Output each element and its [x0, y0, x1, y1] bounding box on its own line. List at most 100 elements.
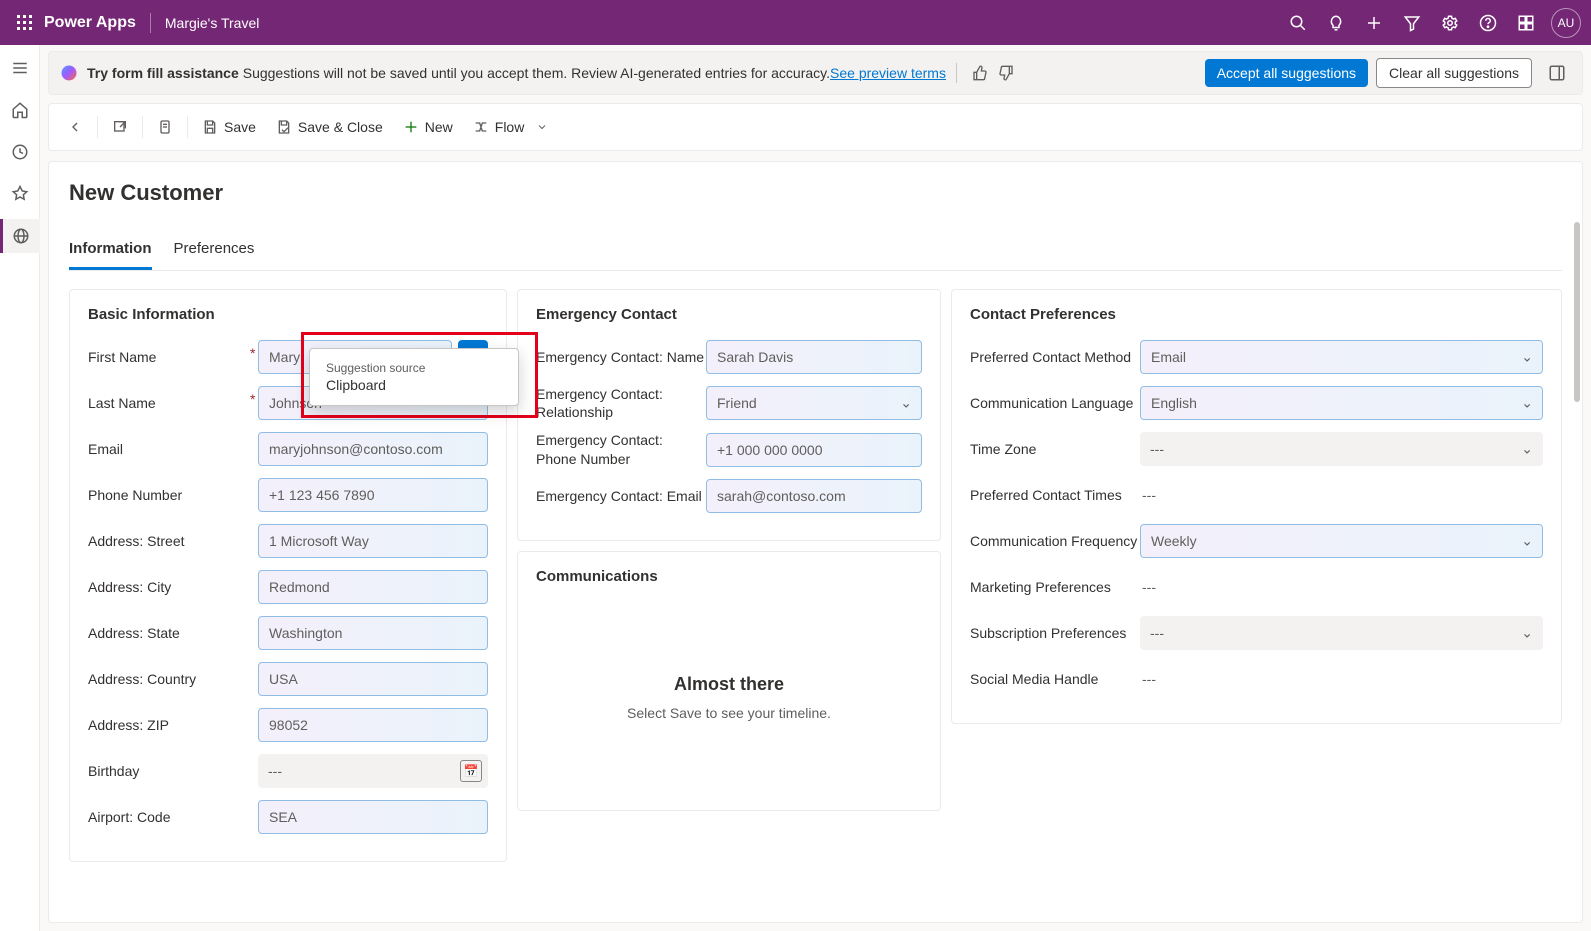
scrollbar[interactable] [1574, 222, 1580, 402]
label-ec-email: Emergency Contact: Email [536, 487, 706, 505]
pinned-icon[interactable] [0, 177, 40, 211]
form-page: New Customer Information Preferences Bas… [48, 161, 1583, 923]
app-launcher-icon[interactable] [1507, 0, 1545, 45]
label-zip: Address: ZIP [88, 717, 258, 733]
brand-label[interactable]: Power Apps [44, 14, 136, 32]
label-marketing: Marketing Preferences [970, 579, 1140, 595]
gear-icon[interactable] [1431, 0, 1469, 45]
globe-icon[interactable] [0, 219, 40, 253]
preview-terms-link[interactable]: See preview terms [830, 65, 946, 81]
clear-all-button[interactable]: Clear all suggestions [1376, 58, 1532, 88]
thumbs-up-icon[interactable] [967, 60, 993, 86]
label-ec-rel: Emergency Contact: Relationship [536, 385, 706, 421]
airport-input[interactable] [258, 800, 488, 834]
section-title-prefs: Contact Preferences [970, 306, 1543, 323]
divider [150, 13, 151, 33]
label-last-name: Last Name [88, 395, 258, 411]
section-title-comms: Communications [536, 568, 922, 585]
city-input[interactable] [258, 570, 488, 604]
label-country: Address: Country [88, 671, 258, 687]
label-birthday: Birthday [88, 763, 258, 779]
copilot-panel-icon[interactable] [1542, 64, 1572, 82]
street-input[interactable] [258, 524, 488, 558]
label-street: Address: Street [88, 533, 258, 549]
assign-button[interactable] [147, 113, 183, 141]
ec-rel-select[interactable] [706, 386, 922, 420]
tab-preferences[interactable]: Preferences [174, 234, 255, 270]
required-marker: * [250, 345, 255, 361]
label-tz: Time Zone [970, 441, 1140, 457]
help-icon[interactable] [1469, 0, 1507, 45]
label-phone: Phone Number [88, 487, 258, 503]
ec-name-input[interactable] [706, 340, 922, 374]
home-icon[interactable] [0, 93, 40, 127]
email-input[interactable] [258, 432, 488, 466]
label-email: Email [88, 441, 258, 457]
label-freq: Communication Frequency [970, 533, 1140, 549]
form-fill-banner: Try form fill assistance Suggestions wil… [48, 51, 1583, 95]
ec-phone-input[interactable] [706, 433, 922, 467]
back-button[interactable] [57, 113, 93, 141]
state-input[interactable] [258, 616, 488, 650]
new-button[interactable]: New [393, 113, 463, 141]
lang-select[interactable] [1140, 386, 1543, 420]
app-name[interactable]: Margie's Travel [165, 15, 259, 31]
user-avatar[interactable]: AU [1551, 8, 1581, 38]
section-contact-prefs: Contact Preferences Preferred Contact Me… [951, 289, 1562, 724]
suggestion-source-tooltip: Suggestion source Clipboard [309, 348, 519, 406]
save-button[interactable]: Save [192, 113, 266, 141]
form-tabs: Information Preferences [69, 234, 1562, 271]
country-input[interactable] [258, 662, 488, 696]
calendar-icon[interactable]: 📅 [460, 760, 482, 782]
section-title-basic: Basic Information [88, 306, 488, 323]
label-times: Preferred Contact Times [970, 487, 1140, 503]
command-bar: Save Save & Close New Flow [48, 103, 1583, 151]
open-new-window-button[interactable] [102, 113, 138, 141]
copilot-icon [59, 63, 79, 83]
flow-button[interactable]: Flow [463, 113, 559, 141]
label-sub: Subscription Preferences [970, 625, 1140, 641]
zip-input[interactable] [258, 708, 488, 742]
ec-email-input[interactable] [706, 479, 922, 513]
tz-select[interactable] [1140, 432, 1543, 466]
tooltip-value: Clipboard [326, 377, 502, 393]
label-ec-name: Emergency Contact: Name [536, 348, 706, 366]
banner-text: Suggestions will not be saved until you … [243, 65, 830, 81]
freq-select[interactable] [1140, 524, 1543, 558]
banner-title: Try form fill assistance [87, 65, 239, 81]
birthday-input[interactable] [258, 754, 488, 788]
filter-icon[interactable] [1393, 0, 1431, 45]
tooltip-title: Suggestion source [326, 361, 502, 375]
save-close-button[interactable]: Save & Close [266, 113, 393, 141]
times-value[interactable]: --- [1140, 487, 1156, 503]
page-title: New Customer [69, 180, 1562, 206]
lightbulb-icon[interactable] [1317, 0, 1355, 45]
section-communications: Communications Almost there Select Save … [517, 551, 941, 811]
waffle-icon[interactable] [10, 15, 40, 31]
social-value[interactable]: --- [1140, 671, 1156, 687]
menu-icon[interactable] [0, 51, 40, 85]
phone-input[interactable] [258, 478, 488, 512]
label-social: Social Media Handle [970, 671, 1140, 687]
label-ec-phone: Emergency Contact: Phone Number [536, 431, 706, 467]
section-emergency: Emergency Contact Emergency Contact: Nam… [517, 289, 941, 541]
thumbs-down-icon[interactable] [993, 60, 1019, 86]
section-title-emergency: Emergency Contact [536, 306, 922, 323]
accept-all-button[interactable]: Accept all suggestions [1205, 59, 1368, 87]
recent-icon[interactable] [0, 135, 40, 169]
method-select[interactable] [1140, 340, 1543, 374]
marketing-value[interactable]: --- [1140, 579, 1156, 595]
label-state: Address: State [88, 625, 258, 641]
comms-headline: Almost there [674, 674, 784, 695]
label-airport: Airport: Code [88, 809, 258, 825]
app-top-bar: Power Apps Margie's Travel AU [0, 0, 1591, 45]
required-marker: * [250, 391, 255, 407]
plus-icon[interactable] [1355, 0, 1393, 45]
label-first-name: First Name [88, 349, 258, 365]
label-method: Preferred Contact Method [970, 349, 1140, 365]
search-icon[interactable] [1279, 0, 1317, 45]
label-lang: Communication Language [970, 395, 1140, 411]
sub-select[interactable] [1140, 616, 1543, 650]
comms-subtext: Select Save to see your timeline. [627, 705, 831, 721]
tab-information[interactable]: Information [69, 234, 152, 270]
